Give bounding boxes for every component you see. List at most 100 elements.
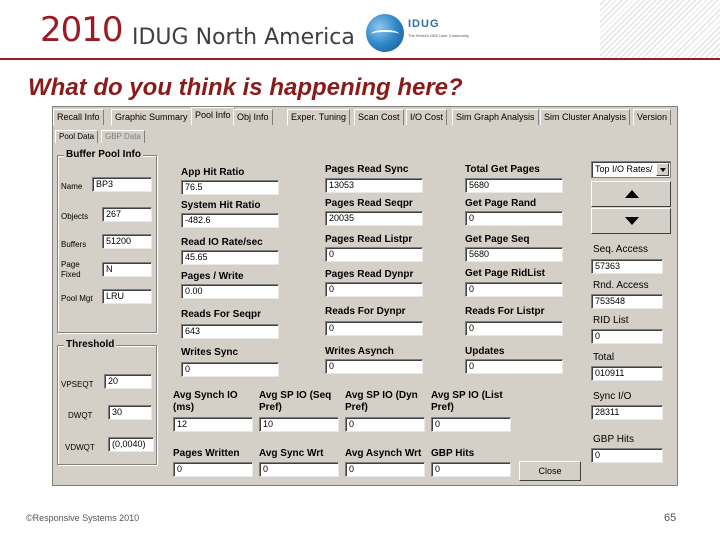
reads-for-seqpr-field[interactable]: 643 <box>181 324 279 339</box>
avg-sync-wrt-label: Avg Sync Wrt <box>259 448 324 459</box>
header-conference: IDUG North America <box>132 25 355 50</box>
total-field[interactable]: 010911 <box>591 366 663 381</box>
gbp-hits-mid-label: GBP Hits <box>431 448 475 459</box>
arrow-up-icon <box>625 190 639 198</box>
threshold-title: Threshold <box>64 339 117 350</box>
avg-synch-io-field[interactable]: 12 <box>173 417 253 432</box>
slide-header: 2010 IDUG North America IDUG The World's… <box>0 0 720 58</box>
pages-read-seqpr-field[interactable]: 20035 <box>325 211 423 226</box>
avg-asynch-wrt-field[interactable]: 0 <box>345 462 425 477</box>
tab-recall-info[interactable]: Recall Info <box>53 109 104 125</box>
sync-io-field[interactable]: 28311 <box>591 405 663 420</box>
vdwqt-label: VDWQT <box>65 443 95 452</box>
pages-read-dynpr-field[interactable]: 0 <box>325 282 423 297</box>
tab-exper-tuning[interactable]: Exper. Tuning <box>287 109 351 125</box>
avg-sp-io-list-field[interactable]: 0 <box>431 417 511 432</box>
sync-io-label: Sync I/O <box>593 391 632 402</box>
idug-globe-icon <box>366 14 404 52</box>
tab-sim-cluster-analysis[interactable]: Sim Cluster Analysis <box>540 109 631 125</box>
avg-synch-io-label: Avg Synch IO (ms) <box>173 390 238 413</box>
gbp-hits-mid-field[interactable]: 0 <box>431 462 511 477</box>
tab-scan-cost[interactable]: Scan Cost <box>354 109 404 125</box>
dwqt-label: DWQT <box>68 411 93 420</box>
header-decoration <box>600 0 720 58</box>
writes-asynch-label: Writes Asynch <box>325 346 394 357</box>
gbp-hits-label: GBP Hits <box>593 434 634 445</box>
pages-written-field[interactable]: 0 <box>173 462 253 477</box>
updates-field[interactable]: 0 <box>465 359 563 374</box>
buffers-field[interactable]: 51200 <box>102 234 152 249</box>
objects-field[interactable]: 267 <box>102 207 152 222</box>
get-page-rand-field[interactable]: 0 <box>465 211 563 226</box>
slide-title: What do you think is happening here? <box>28 74 463 101</box>
writes-sync-field[interactable]: 0 <box>181 362 279 377</box>
reads-for-dynpr-field[interactable]: 0 <box>325 321 423 336</box>
tab-pool-info[interactable]: Pool Info <box>191 107 235 125</box>
get-page-ridlist-label: Get Page RidList <box>465 268 546 279</box>
get-page-seq-field[interactable]: 5680 <box>465 247 563 262</box>
get-page-rand-label: Get Page Rand <box>465 198 537 209</box>
rid-list-field[interactable]: 0 <box>591 329 663 344</box>
pages-read-sync-label: Pages Read Sync <box>325 164 409 175</box>
rnd-access-label: Rnd. Access <box>593 280 649 291</box>
io-rates-dropdown-value: Top I/O Rates/ <box>595 164 653 174</box>
pool-mgt-label: Pool Mgt <box>61 294 93 303</box>
close-button[interactable]: Close <box>519 461 581 481</box>
buffer-pool-info-title: Buffer Pool Info <box>64 149 143 160</box>
pages-write-field[interactable]: 0.00 <box>181 284 279 299</box>
page-fixed-field[interactable]: N <box>102 262 152 277</box>
total-label: Total <box>593 352 615 363</box>
reads-for-seqpr-label: Reads For Seqpr <box>181 309 262 320</box>
avg-sync-wrt-field[interactable]: 0 <box>259 462 339 477</box>
pages-read-seqpr-label: Pages Read Seqpr <box>325 198 413 209</box>
avg-sp-io-seq-field[interactable]: 10 <box>259 417 339 432</box>
reads-for-dynpr-label: Reads For Dynpr <box>325 306 406 317</box>
tab-graphic-summary[interactable]: Graphic Summary <box>111 109 192 125</box>
rnd-access-field[interactable]: 753548 <box>591 294 663 309</box>
avg-sp-io-seq-label: Avg SP IO (Seq Pref) <box>259 390 332 413</box>
pages-read-sync-field[interactable]: 13053 <box>325 178 423 193</box>
chevron-down-icon[interactable] <box>656 163 669 176</box>
tab-obj-info[interactable]: Obj Info <box>233 109 273 125</box>
pages-read-listpr-field[interactable]: 0 <box>325 247 423 262</box>
scroll-up-button[interactable] <box>591 181 671 207</box>
dwqt-field[interactable]: 30 <box>108 405 152 420</box>
read-io-rate-field[interactable]: 45.65 <box>181 250 279 265</box>
threshold-group: Threshold VPSEQT 20 DWQT 30 VDWQT (0,004… <box>57 339 157 465</box>
objects-label: Objects <box>61 212 89 221</box>
buffers-label: Buffers <box>61 240 87 249</box>
buffer-pool-info-group: Buffer Pool Info Name BP3 Objects 267 Bu… <box>57 149 157 333</box>
seq-access-field[interactable]: 57363 <box>591 259 663 274</box>
pool-mgt-field[interactable]: LRU <box>102 289 152 304</box>
page-fixed-label: Page Fixed <box>61 260 81 279</box>
reads-for-listpr-field[interactable]: 0 <box>465 321 563 336</box>
pool-name-field[interactable]: BP3 <box>92 177 152 192</box>
pages-written-label: Pages Written <box>173 448 240 459</box>
scroll-down-button[interactable] <box>591 208 671 234</box>
rid-list-label: RID List <box>593 315 629 326</box>
tab-version[interactable]: Version <box>633 109 672 125</box>
subtab-pool-data[interactable]: Pool Data <box>55 130 99 143</box>
header-year: 2010 <box>40 10 124 50</box>
total-get-pages-field[interactable]: 5680 <box>465 178 563 193</box>
io-rates-dropdown[interactable]: Top I/O Rates/ <box>591 161 671 178</box>
avg-sp-io-dyn-field[interactable]: 0 <box>345 417 425 432</box>
main-tab-bar: Recall Info Graphic Summary Pool Info Ob… <box>53 107 677 125</box>
gbp-hits-field[interactable]: 0 <box>591 448 663 463</box>
app-hit-ratio-field[interactable]: 76.5 <box>181 180 279 195</box>
vdwqt-field[interactable]: (0,0040) <box>108 437 154 452</box>
footer-page-number: 65 <box>664 512 677 524</box>
name-label: Name <box>61 182 83 191</box>
reads-for-listpr-label: Reads For Listpr <box>465 306 545 317</box>
system-hit-ratio-field[interactable]: -482.6 <box>181 213 279 228</box>
vpseqt-field[interactable]: 20 <box>104 374 152 389</box>
tab-sim-graph-analysis[interactable]: Sim Graph Analysis <box>452 109 539 125</box>
idug-logo-tagline: The World's DB2 User Community <box>408 33 469 38</box>
subtab-gbp-data[interactable]: GBP Data <box>101 130 145 143</box>
pool-info-window: Recall Info Graphic Summary Pool Info Ob… <box>52 106 678 486</box>
tab-io-cost[interactable]: I/O Cost <box>406 109 448 125</box>
writes-asynch-field[interactable]: 0 <box>325 359 423 374</box>
get-page-ridlist-field[interactable]: 0 <box>465 282 563 297</box>
footer-copyright: ©Responsive Systems 2010 <box>26 513 140 523</box>
sub-tab-bar: Pool Data GBP Data <box>53 127 677 143</box>
